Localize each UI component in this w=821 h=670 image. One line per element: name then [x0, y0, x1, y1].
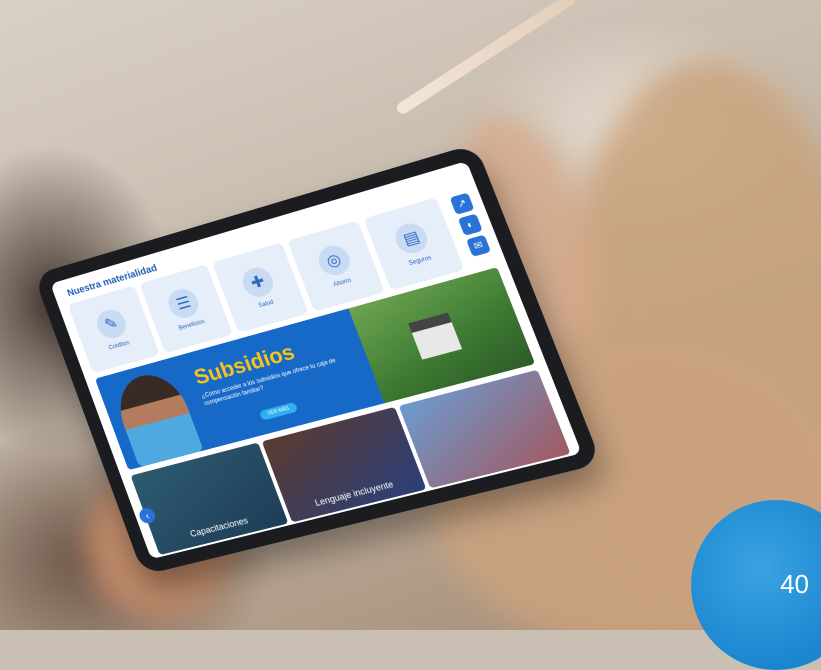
card-caption	[427, 446, 567, 481]
share-icon[interactable]: ↗	[449, 192, 475, 215]
banner-cta-button[interactable]: VER MÁS	[258, 401, 299, 421]
service-label: Ahorro	[332, 277, 353, 289]
clipboard-icon: ☰	[164, 285, 203, 322]
service-label: Beneficios	[178, 319, 206, 332]
banner-person-photo	[109, 367, 204, 468]
service-label: Seguros	[408, 255, 433, 268]
savings-icon: ◎	[313, 242, 354, 279]
photo-background: Nuestra materialidad ✎ Créditos ☰ Benefi…	[0, 0, 821, 630]
pen-icon: ✎	[92, 306, 130, 342]
accessibility-icon[interactable]: ◐	[457, 213, 483, 236]
service-label: Salud	[257, 299, 275, 310]
stylus-pen	[394, 0, 578, 117]
health-icon: ✚	[238, 264, 278, 301]
page-number: 40	[780, 569, 809, 599]
card-caption: Lenguaje incluyente	[313, 479, 395, 508]
chat-icon[interactable]: ✉	[466, 234, 492, 257]
service-label: Créditos	[108, 340, 131, 352]
side-toolbar: ↗ ◐ ✉	[449, 192, 493, 257]
card-caption: Capacitaciones	[188, 515, 250, 539]
document-icon: ▤	[391, 219, 432, 257]
